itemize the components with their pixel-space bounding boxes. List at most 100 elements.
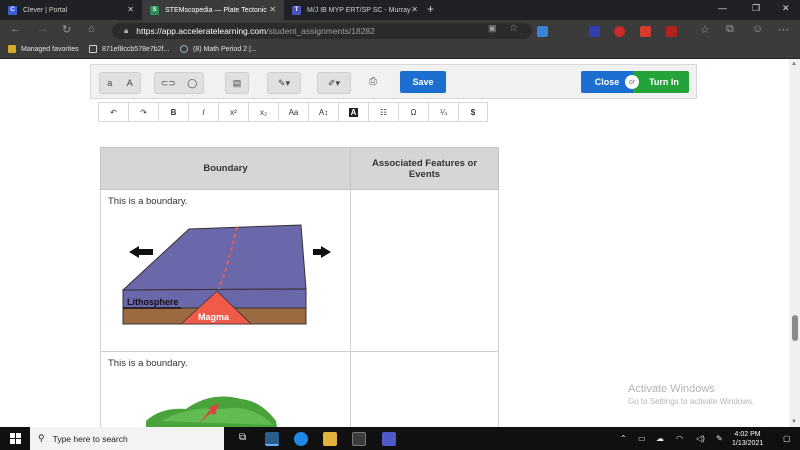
table-button[interactable]: ☷	[368, 102, 398, 122]
taskbar-clock[interactable]: 4:02 PM 1/13/2021	[732, 430, 763, 448]
text-size-large-button[interactable]: A	[127, 78, 133, 88]
print-icon[interactable]: ⎙	[369, 76, 377, 87]
turn-in-button[interactable]: Turn In	[633, 71, 689, 93]
home-icon[interactable]: ⌂	[88, 23, 95, 35]
wifi-icon[interactable]: ◠	[676, 434, 683, 443]
windows-start-icon[interactable]	[10, 433, 21, 444]
favorite-star-icon[interactable]: ☆	[509, 23, 518, 34]
font-case-button[interactable]: Aa	[278, 102, 308, 122]
read-aloud-icon[interactable]: ▣	[488, 23, 497, 34]
forward-icon[interactable]: →	[37, 23, 48, 35]
redo-button[interactable]: ↷	[128, 102, 158, 122]
format-toolbar: ↶ ↷ B I x² x₂ Aa A↕ A ☷ Ω ¼ $	[98, 102, 488, 124]
file-explorer-icon[interactable]	[323, 432, 337, 446]
teams-taskbar-icon[interactable]	[382, 432, 396, 446]
battery-icon[interactable]: ▭	[638, 434, 646, 443]
highlighter-button[interactable]: ✎▾	[267, 72, 301, 94]
save-button[interactable]: Save	[400, 71, 446, 93]
favorites-icon[interactable]: ☆	[700, 23, 710, 36]
or-badge: or	[625, 75, 639, 89]
divergent-boundary-diagram: Lithosphere Magma	[121, 224, 331, 325]
table-row: This is a boundary. Lithosphere Magma	[100, 189, 499, 352]
comment-icon[interactable]: ◯	[187, 78, 197, 89]
boundary-text: This is a boundary.	[108, 358, 188, 369]
close-tab-icon[interactable]: ✕	[269, 5, 276, 14]
show-hidden-icon[interactable]: ⌃	[620, 434, 627, 443]
text-size-small-button[interactable]: a	[107, 78, 112, 88]
notebook-icon: ▤	[232, 77, 242, 88]
italic-button[interactable]: I	[188, 102, 218, 122]
toggle-icon[interactable]: ⊂⊃	[161, 78, 176, 89]
favorite-label: (8) Math Period 2 |...	[193, 45, 257, 53]
close-tab-icon[interactable]: ✕	[127, 5, 134, 14]
favorite-link-2[interactable]: (8) Math Period 2 |...	[180, 45, 257, 53]
plate-surface	[121, 224, 307, 291]
close-window-icon[interactable]: ✕	[782, 3, 790, 14]
notebook-button[interactable]: ▤	[225, 72, 249, 94]
fraction-button[interactable]: ¼	[428, 102, 458, 122]
pen-icon[interactable]: ✎	[716, 434, 723, 443]
folder-icon	[8, 45, 16, 53]
pdf-extension-icon[interactable]	[666, 26, 677, 37]
annotate-button[interactable]: ✐▾	[317, 72, 351, 94]
favorite-label: Managed favorites	[21, 45, 79, 53]
page-icon	[89, 45, 97, 53]
back-icon[interactable]: ←	[10, 23, 21, 35]
tab-clever[interactable]: C Clever | Portal ✕	[0, 0, 142, 20]
tab-title: M/J IB MYP ERT/SP SC - Murray	[307, 6, 411, 14]
task-view-icon[interactable]: ⧉	[239, 432, 246, 443]
font-size-button[interactable]: A↕	[308, 102, 338, 122]
taskbar-search-input[interactable]: ⚲ Type here to search	[30, 427, 224, 450]
favorite-link-1[interactable]: 871ef8ccb578e7b2f...	[89, 45, 169, 53]
more-menu-icon[interactable]: ⋯	[778, 23, 789, 36]
discord-icon	[180, 45, 188, 53]
restore-icon[interactable]: ❐	[752, 3, 760, 14]
special-char-button[interactable]: Ω	[398, 102, 428, 122]
tab-teams[interactable]: T M/J IB MYP ERT/SP SC - Murray ✕	[284, 0, 426, 20]
lock-icon: 🔒︎	[124, 26, 129, 35]
scrollbar-thumb[interactable]	[792, 315, 798, 341]
store-icon[interactable]	[352, 432, 366, 446]
magma-label: Magma	[198, 312, 230, 322]
edge-browser-icon[interactable]	[294, 432, 308, 446]
cloud-icon[interactable]: ☁	[656, 434, 664, 443]
bold-button[interactable]: B	[158, 102, 188, 122]
features-cell[interactable]	[350, 189, 499, 352]
edge-taskbar-icon[interactable]	[265, 432, 279, 446]
url-path: /student_assignments/18282	[266, 26, 375, 36]
collections-icon[interactable]: ⧉	[726, 23, 734, 36]
superscript-button[interactable]: x²	[218, 102, 248, 122]
scroll-down-icon[interactable]: ▼	[791, 419, 797, 425]
volume-icon[interactable]: ◁)	[696, 434, 705, 443]
text-color-button[interactable]: A	[338, 102, 368, 122]
profile-icon[interactable]: ☺	[752, 23, 763, 35]
minimize-icon[interactable]: —	[718, 3, 727, 13]
currency-button[interactable]: $	[458, 102, 488, 122]
search-placeholder: Type here to search	[52, 433, 128, 444]
boundary-cell[interactable]: This is a boundary. Lithosphere Magma	[100, 189, 351, 352]
notification-icon[interactable]: ▢	[783, 434, 791, 443]
refresh-icon[interactable]: ↻	[62, 23, 71, 36]
favorite-managed[interactable]: Managed favorites	[8, 45, 79, 53]
subscript-button[interactable]: x₂	[248, 102, 278, 122]
clock-time: 4:02 PM	[734, 431, 761, 438]
teams-icon: T	[292, 5, 301, 15]
tab-stemscopedia[interactable]: S STEMscopedia — Plate Tectonic ✕	[142, 0, 284, 20]
close-tab-icon[interactable]: ✕	[411, 5, 418, 14]
extension-icon[interactable]	[537, 26, 548, 37]
lastpass-extension-icon[interactable]	[640, 26, 651, 37]
boundary-table: Boundary Associated Features or Events T…	[100, 147, 499, 443]
activate-windows-watermark: Activate Windows Go to Settings to activ…	[628, 383, 754, 406]
search-icon: ⚲	[38, 433, 45, 443]
page-scrollbar[interactable]: ▲ ▼	[789, 59, 800, 427]
record-extension-icon[interactable]	[614, 26, 625, 37]
undo-button[interactable]: ↶	[98, 102, 128, 122]
watermark-subtitle: Go to Settings to activate Windows.	[628, 397, 755, 406]
clever-extension-icon[interactable]	[589, 26, 600, 37]
tools-group: ⊂⊃ ◯	[154, 72, 204, 94]
text-size-group: a A	[99, 72, 141, 94]
new-tab-button[interactable]: +	[427, 2, 434, 16]
scroll-up-icon[interactable]: ▲	[791, 61, 797, 67]
url-field[interactable]: 🔒︎ https://app.acceleratelearning.com/st…	[112, 23, 532, 39]
lithosphere-label: Lithosphere	[127, 297, 179, 307]
